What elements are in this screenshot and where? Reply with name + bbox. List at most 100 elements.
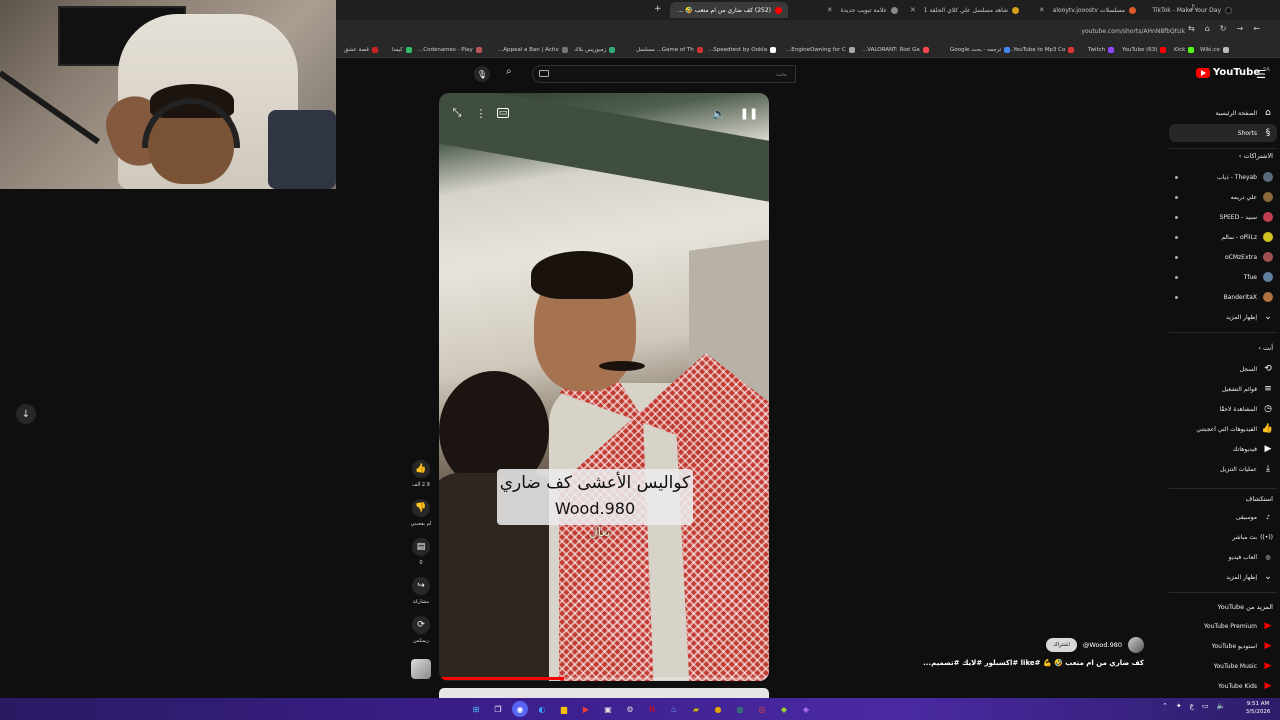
game-launcher-icon[interactable]: ▰ <box>688 701 704 717</box>
sidebar-show-more-explore[interactable]: ⌄ إظهار المزيد <box>1169 568 1277 586</box>
sidebar-you-item[interactable]: ⤓ عمليات التنزيل <box>1169 460 1277 478</box>
tab-youtube-shorts[interactable]: (252) كف ضاري من ام متعب 🤣 ... ✕ <box>670 2 788 18</box>
sidebar-explore-item[interactable]: ((•)) بث مباشر <box>1169 528 1277 546</box>
bookmark-item[interactable]: Codenames - Play... <box>418 45 482 55</box>
sidebar-item-shorts[interactable]: § Shorts <box>1169 124 1277 142</box>
bookmark-item[interactable]: Speedtest by Ookla... <box>708 45 777 55</box>
scroll-down-button[interactable]: ↓ <box>16 404 36 424</box>
sidebar-you-item[interactable]: 👍 الفيديوهات التي أعجبتني <box>1169 420 1277 438</box>
xbox-icon[interactable]: ◆ <box>776 701 792 717</box>
more-options-icon[interactable]: ⋮ <box>473 105 489 121</box>
close-tab-icon[interactable]: ✕ <box>910 6 916 14</box>
sidebar-you-item[interactable]: ◷ المشاهدة لاحقًا <box>1169 400 1277 418</box>
progress-bar[interactable] <box>439 677 769 680</box>
bookmark-item[interactable]: Wiki.co <box>1200 45 1229 55</box>
reload-icon[interactable]: ↻ <box>1220 24 1227 33</box>
subscribe-button[interactable]: اشتراك <box>1046 638 1077 652</box>
tray-chevron-icon[interactable]: ⌃ <box>1162 702 1168 710</box>
home-icon[interactable]: ⌂ <box>1205 24 1210 33</box>
netflix-icon[interactable]: N <box>644 701 660 717</box>
bookmark-item[interactable]: Appeal a Ban | Activ... <box>498 45 568 55</box>
app-purple-icon[interactable]: ◈ <box>798 701 814 717</box>
edge-icon[interactable]: ◐ <box>534 701 550 717</box>
you-header[interactable]: أنت › <box>1169 344 1277 358</box>
search-button[interactable]: ⌕ <box>506 66 512 77</box>
menu-icon[interactable]: ☰ <box>1256 68 1266 81</box>
remix-icon[interactable]: ⟳ <box>412 616 430 634</box>
steam-icon[interactable]: ♨ <box>666 701 682 717</box>
sidebar-explore-item[interactable]: ◎ ألعاب فيديو <box>1169 548 1277 566</box>
sidebar-more-item[interactable]: ▶ YouTube Music <box>1169 657 1277 675</box>
sidebar-you-item[interactable]: ⟲ السجل <box>1169 360 1277 378</box>
sidebar-more-item[interactable]: ▶ YouTube Kids <box>1169 677 1277 695</box>
dislike-action[interactable]: 👎 لم يعجبني <box>408 497 434 536</box>
bookmark-item[interactable]: EngineOwning for C... <box>786 45 855 55</box>
chrome-icon[interactable]: ◎ <box>754 701 770 717</box>
sidebar-subscription-item[interactable]: علي دريمه <box>1169 188 1277 206</box>
taskbar-clock[interactable]: 9:51 AM 3/5/2026 <box>1238 700 1278 716</box>
back-icon[interactable]: ← <box>1253 24 1260 33</box>
fullscreen-exit-icon[interactable]: ⤡ <box>449 105 465 121</box>
sidebar-item-home[interactable]: ⌂ الصفحة الرئيسية <box>1169 104 1277 122</box>
tray-app-icon[interactable]: ✦ <box>1176 702 1182 710</box>
sidebar-subscription-item[interactable]: BanderitaX <box>1169 288 1277 306</box>
bookmark-item[interactable]: Kick <box>1174 45 1195 55</box>
start-icon[interactable]: ⊞ <box>468 701 484 717</box>
remix-action[interactable]: ⟳ ريمكس <box>408 614 434 653</box>
captions-icon[interactable]: ▭ <box>497 108 509 118</box>
close-tab-icon[interactable]: ✕ <box>827 6 833 14</box>
bookmark-item[interactable]: Game of Th... مسلسل <box>636 45 703 55</box>
share-action[interactable]: ↪ مشاركة <box>408 575 434 614</box>
discord-icon[interactable]: ◉ <box>512 701 528 717</box>
settings-icon[interactable]: ⚙ <box>622 701 638 717</box>
task-view-icon[interactable]: ❐ <box>490 701 506 717</box>
app-icon[interactable]: ● <box>710 701 726 717</box>
forward-icon[interactable]: → <box>1236 24 1243 33</box>
video-title[interactable]: كف ضاري من ام متعب 🤣 💪 #like #اكسبلور #ل… <box>900 659 1144 667</box>
tab-alooytv[interactable]: مسلسلات alooytv.jooostv ✕ <box>1030 2 1142 18</box>
sidebar-subscription-item[interactable]: Tfue <box>1169 268 1277 286</box>
store-icon[interactable]: ▣ <box>600 701 616 717</box>
sidebar-you-item[interactable]: ≡ قوائم التشغيل <box>1169 380 1277 398</box>
thumbs-up-icon[interactable]: 👍 <box>412 460 430 478</box>
sidebar-you-item[interactable]: ▶ فيديوهاتك <box>1169 440 1277 458</box>
tab-ali-klay[interactable]: شاهد مسلسل علي كلاي الحلقة 1 ✕ <box>910 2 1025 18</box>
search-input[interactable] <box>547 68 787 81</box>
close-tab-icon[interactable]: ✕ <box>1039 6 1045 14</box>
sidebar-more-item[interactable]: ▶ استوديو YouTube <box>1169 637 1277 655</box>
channel-handle[interactable]: @Wood.980 <box>1083 641 1122 649</box>
shorts-video-player[interactable]: ⤡ ⋮ ▭ 🔈 ❚❚ كواليس الأعشى كف ضاري Wood.98… <box>439 93 769 681</box>
youtube-app-icon[interactable]: ▶ <box>578 701 594 717</box>
url-field[interactable]: youtube.com/shorts/AHnN8fbQtUk <box>1010 25 1185 38</box>
bookmark-item[interactable]: YouTube to Mp3 Co... <box>1008 45 1075 55</box>
next-short-preview[interactable] <box>439 688 769 698</box>
volume-icon[interactable]: 🔈 <box>711 105 727 121</box>
spotify-icon[interactable]: ◍ <box>732 701 748 717</box>
subscriptions-header[interactable]: الاشتراكات › <box>1169 152 1277 166</box>
sidebar-subscription-item[interactable]: سبيد - SPEED <box>1169 208 1277 226</box>
bookmark-item[interactable]: كيمنا <box>392 45 412 55</box>
network-icon[interactable]: ▭ <box>1202 702 1209 710</box>
input-language[interactable]: ع <box>1190 702 1194 710</box>
thumbs-down-icon[interactable]: 👎 <box>412 499 430 517</box>
tab-search-icon[interactable]: ⇆ <box>1188 24 1195 33</box>
tab-tiktok[interactable]: TikTok - Make Your Day ✕ <box>1148 2 1238 18</box>
sidebar-explore-item[interactable]: ♪ موسيقى <box>1169 508 1277 526</box>
speaker-icon[interactable]: 🔈 <box>1217 702 1226 710</box>
pause-icon[interactable]: ❚❚ <box>740 105 758 121</box>
sidebar-subscription-item[interactable]: oPiiLz - سالم <box>1169 228 1277 246</box>
like-action[interactable]: 👍 2.9 ألف <box>408 458 434 497</box>
sidebar-show-more-subs[interactable]: ⌄ إظهار المزيد <box>1169 308 1277 326</box>
channel-avatar[interactable] <box>1128 637 1144 653</box>
new-tab-button[interactable]: + <box>654 4 662 14</box>
sidebar-subscription-item[interactable]: oCMzExtra <box>1169 248 1277 266</box>
tab-new-tab[interactable]: علامة تبويب جديدة ✕ <box>792 2 904 18</box>
sidebar-more-item[interactable]: ▶ YouTube Premium <box>1169 617 1277 635</box>
comments-action[interactable]: ▤ 0 <box>408 536 434 575</box>
voice-search-button[interactable]: 🎙 <box>474 66 490 82</box>
share-icon[interactable]: ↪ <box>412 577 430 595</box>
sound-channel-thumbnail[interactable] <box>411 659 431 679</box>
sidebar-subscription-item[interactable]: Theyab - ذياب <box>1169 168 1277 186</box>
comment-icon[interactable]: ▤ <box>412 538 430 556</box>
bookmark-item[interactable]: قصة عشق <box>344 45 378 55</box>
